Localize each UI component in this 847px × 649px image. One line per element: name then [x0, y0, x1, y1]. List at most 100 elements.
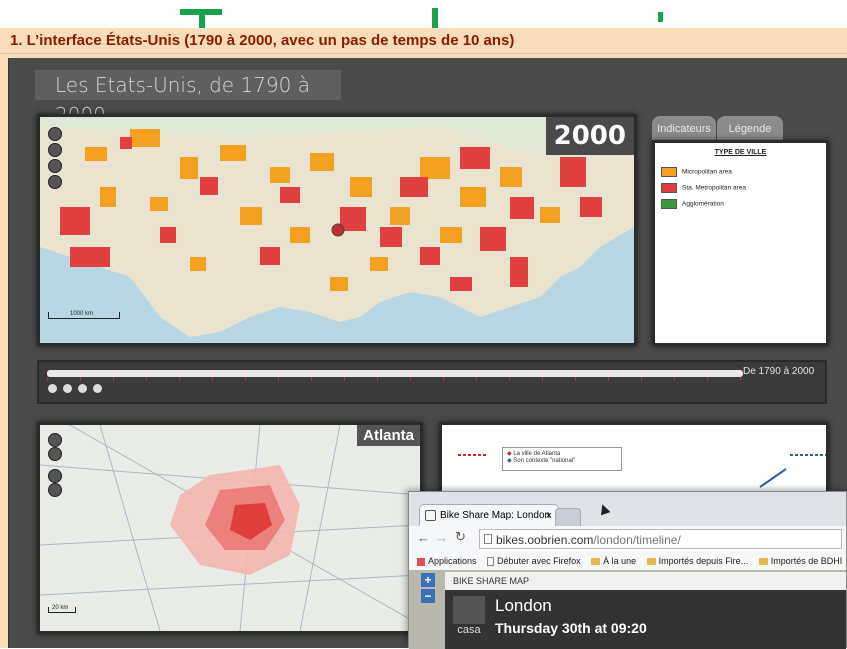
- pause-button[interactable]: [78, 384, 87, 393]
- page-icon: [484, 534, 492, 544]
- legend-swatch-agglomeration: [661, 199, 677, 209]
- bookmarks-bar: Applications Débuter avec Firefox À la u…: [409, 552, 846, 571]
- green-mark-3: [432, 8, 438, 28]
- bookmark-applications[interactable]: Applications: [417, 552, 477, 570]
- pan-icon[interactable]: [48, 143, 62, 157]
- green-mark-2: [199, 9, 205, 28]
- timeline-tick: [278, 377, 279, 381]
- site-header: BIKE SHARE MAP: [445, 572, 846, 590]
- zoom-in-button[interactable]: +: [421, 573, 435, 587]
- timeline-tick: [476, 377, 477, 381]
- legend-swatch-metropolitan: [661, 183, 677, 193]
- timeline-tick: [311, 377, 312, 381]
- zoom-out-icon[interactable]: [48, 159, 62, 173]
- timeline-range-label: De 1790 à 2000: [743, 366, 815, 377]
- zoom-out-icon[interactable]: [48, 469, 62, 483]
- bookmark-label: Débuter avec Firefox: [497, 556, 581, 566]
- pan-icon[interactable]: [48, 447, 62, 461]
- legend-item: Sta. Metropolitan area: [661, 183, 746, 193]
- timeline-tick: [179, 377, 180, 381]
- timeline-tick: [245, 377, 246, 381]
- timeline-tick: [707, 377, 708, 381]
- casa-logo-text: casa: [457, 624, 481, 636]
- scale-label: 1000 km: [70, 311, 94, 317]
- timeline-tick: [410, 377, 411, 381]
- rewind-button[interactable]: [48, 384, 57, 393]
- bookmark-firefox[interactable]: Débuter avec Firefox: [487, 552, 581, 570]
- zoom-level-icon[interactable]: [48, 175, 62, 189]
- timeline-tick: [575, 377, 576, 381]
- play-button[interactable]: [63, 384, 72, 393]
- forward-icon[interactable]: →: [435, 530, 448, 545]
- tab-close-icon[interactable]: ×: [546, 505, 552, 527]
- legend-label: Agglomération: [682, 200, 724, 208]
- url-field[interactable]: bikes.oobrien.com/london/timeline/: [479, 529, 842, 549]
- zoom-in-icon[interactable]: [48, 433, 62, 447]
- usa-map[interactable]: 2000 1000 km: [37, 114, 637, 346]
- legend-title: TYPE DE VILLE: [714, 149, 767, 156]
- date-time: Thursday 30th at 09:20: [495, 620, 647, 636]
- legend-label: Micropolitan area: [682, 168, 732, 176]
- city-map[interactable]: Atlanta 20 km: [37, 422, 423, 634]
- folder-icon: [646, 558, 656, 566]
- timeline-slider[interactable]: [47, 370, 743, 381]
- timeline-tick: [113, 377, 114, 381]
- tab-indicateurs[interactable]: Indicateurs: [652, 116, 716, 142]
- legend-swatch-micropolitan: [661, 167, 677, 177]
- folder-icon: [591, 558, 601, 566]
- page-icon: [487, 557, 495, 567]
- bookmark-label: Importés depuis Fire...: [658, 556, 749, 566]
- zoom-in-icon[interactable]: [48, 127, 62, 141]
- folder-icon: [758, 558, 768, 566]
- apps-grid-icon: [417, 557, 425, 566]
- info-panel: casa London Thursday 30th at 09:20: [445, 590, 846, 649]
- bookmark-a-la-une[interactable]: À la une: [591, 552, 636, 570]
- tab-legende[interactable]: Légende: [717, 116, 783, 142]
- legend-item: Micropolitan area: [661, 167, 732, 177]
- timeline-tick: [212, 377, 213, 381]
- year-label: 2000: [545, 117, 634, 155]
- timeline-tick: [377, 377, 378, 381]
- address-bar: ← → ↻ bikes.oobrien.com/london/timeline/: [409, 526, 846, 552]
- bookmark-importes-bdhi[interactable]: Importés de BDHI: [758, 552, 843, 570]
- browser-window: Bike Share Map: London × ← → ↻ bikes.oob…: [408, 491, 847, 649]
- zoom-out-button[interactable]: −: [421, 589, 435, 603]
- green-mark-4: [658, 12, 663, 22]
- bike-icon: [425, 510, 436, 521]
- timeline-panel: De 1790 à 2000: [37, 360, 827, 404]
- url-host: bikes.oobrien.com: [496, 533, 594, 547]
- timeline-tick: [443, 377, 444, 381]
- scale-label: 20 km: [52, 605, 69, 611]
- top-strip: [0, 0, 847, 28]
- bookmark-label: Importés de BDHI: [770, 556, 843, 566]
- tab-title: Bike Share Map: London: [440, 510, 551, 521]
- zoom-level-icon[interactable]: [48, 483, 62, 497]
- city-map-graphic: [40, 425, 420, 631]
- bike-share-map[interactable]: + − BIKE SHARE MAP casa London Thursday …: [409, 570, 846, 649]
- section-header: 1. L’interface États-Unis (1790 à 2000, …: [0, 28, 847, 54]
- forward-button[interactable]: [93, 384, 102, 393]
- timeline-tick: [509, 377, 510, 381]
- casa-logo-icon: [453, 596, 485, 624]
- back-icon[interactable]: ←: [417, 530, 430, 545]
- reload-icon[interactable]: ↻: [455, 529, 466, 545]
- timeline-tick: [80, 377, 81, 381]
- timeline-tick: [47, 377, 48, 381]
- timeline-tick: [674, 377, 675, 381]
- bookmark-label: Applications: [428, 556, 477, 566]
- url-path: /london/timeline/: [593, 533, 681, 547]
- bookmark-importes-firefox[interactable]: Importés depuis Fire...: [646, 552, 749, 570]
- timeline-tick: [146, 377, 147, 381]
- legend-item: Agglomération: [661, 199, 724, 209]
- legend-panel: TYPE DE VILLE Micropolitan area Sta. Met…: [652, 140, 829, 346]
- new-tab-button[interactable]: [555, 508, 581, 528]
- timeline-tick: [344, 377, 345, 381]
- browser-tab-active[interactable]: Bike Share Map: London ×: [419, 504, 559, 526]
- app-title: Les Etats-Unis, de 1790 à 2000: [35, 70, 341, 127]
- timeline-tick: [608, 377, 609, 381]
- timeline-tick: [740, 377, 741, 381]
- city-label: Atlanta: [357, 425, 420, 446]
- legend-label: Sta. Metropolitan area: [682, 184, 746, 192]
- mouse-cursor-icon: [597, 502, 611, 516]
- timeline-tick: [542, 377, 543, 381]
